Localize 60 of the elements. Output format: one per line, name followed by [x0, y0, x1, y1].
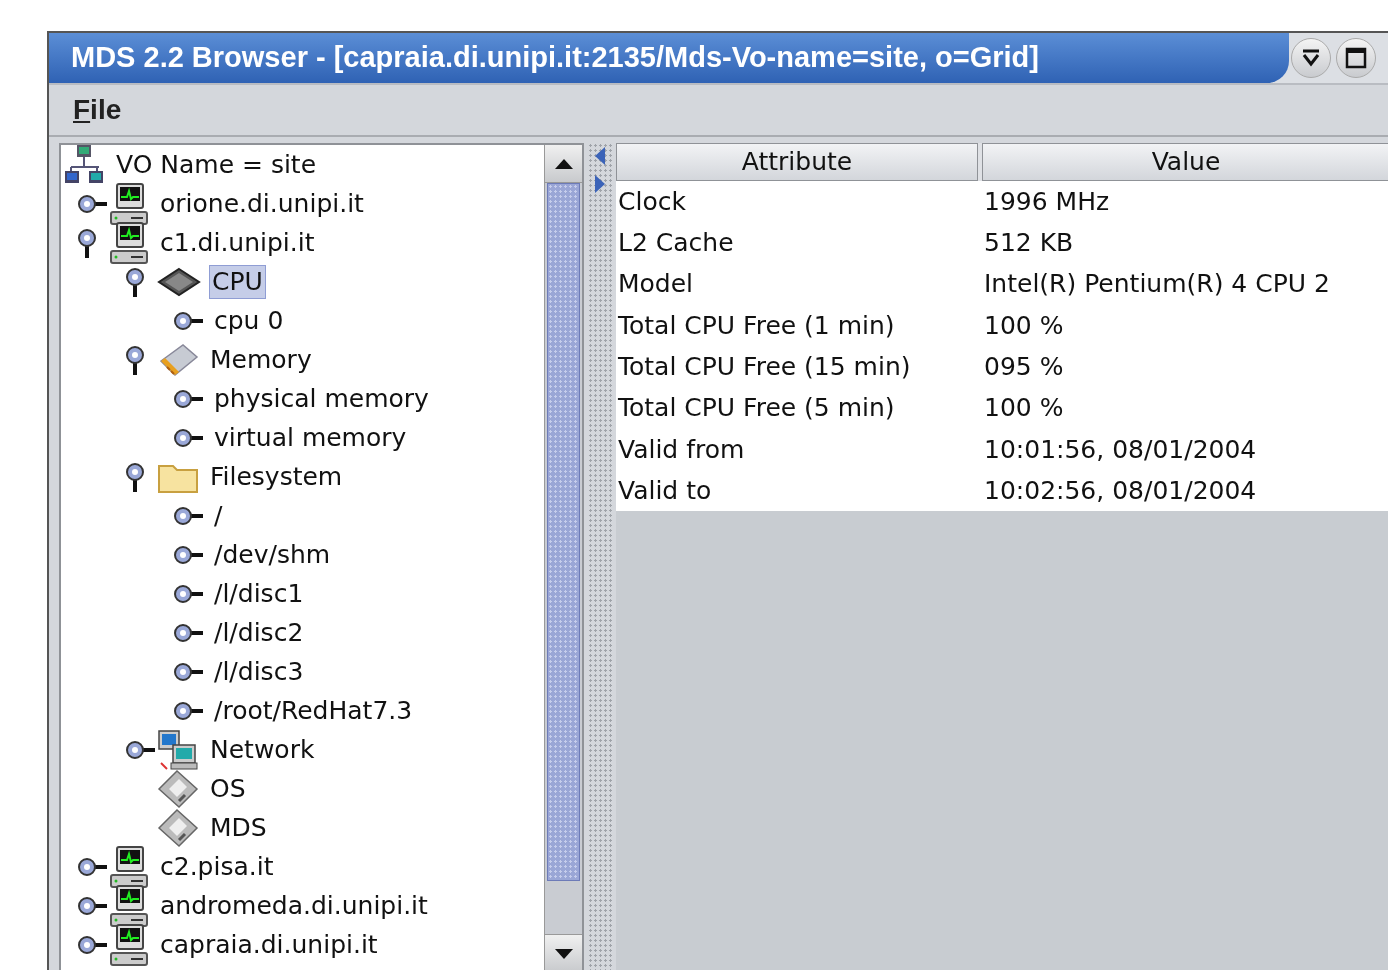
caret-up-icon — [554, 158, 573, 169]
column-header[interactable]: Value — [982, 143, 1388, 181]
table-cell-text: Intel(R) Pentium(R) 4 CPU 2 — [983, 268, 1331, 301]
window-title: MDS 2.2 Browser - [capraia.di.unipi.it:2135/Mds-Vo-name=site, o=Grid] — [71, 40, 1039, 76]
computer-icon — [109, 844, 149, 889]
caret-down-icon — [1300, 48, 1322, 68]
tree-item[interactable]: orione.di.unipi.it — [157, 186, 367, 221]
tree-item[interactable]: capraia.di.unipi.it — [157, 927, 381, 962]
tree-item[interactable]: physical memory — [211, 381, 432, 416]
tree-item[interactable]: CPU — [209, 264, 266, 299]
tree-item[interactable]: /root/RedHat7.3 — [211, 693, 416, 728]
table-cell-text: 100 % — [983, 309, 1065, 342]
menu-item[interactable]: File — [73, 89, 122, 131]
tree-item[interactable]: Filesystem — [207, 459, 346, 494]
computer-icon — [109, 883, 149, 928]
computer-icon — [109, 922, 149, 967]
table-cell-text: Valid from — [617, 433, 746, 466]
table-cell-text: Total CPU Free (15 min) — [617, 351, 912, 384]
tree-item[interactable]: Network — [207, 732, 318, 767]
tree-item[interactable]: MDS — [207, 810, 270, 845]
computer-icon — [109, 181, 149, 226]
expand-right-icon[interactable] — [595, 175, 605, 193]
table-cell-text: 095 % — [983, 351, 1065, 384]
scroll-up-button[interactable] — [545, 145, 582, 183]
caret-down-icon — [554, 948, 573, 959]
tree-item[interactable]: OS — [207, 771, 249, 806]
tree-item[interactable]: VO Name = site — [113, 147, 320, 182]
computers-icon — [157, 728, 199, 771]
tree-item[interactable]: /l/disc1 — [211, 576, 307, 611]
tree-item[interactable]: Memory — [207, 342, 315, 377]
tree-item[interactable]: /l/disc3 — [211, 654, 307, 689]
table-cell-text: Total CPU Free (1 min) — [617, 309, 896, 342]
tree-item[interactable]: virtual memory — [211, 420, 410, 455]
tree-item[interactable]: c1.di.unipi.it — [157, 225, 318, 260]
column-header[interactable]: Attribute — [616, 143, 978, 181]
tree-item[interactable]: andromeda.di.unipi.it — [157, 888, 431, 923]
table-cell-text: 1996 MHz — [983, 185, 1111, 218]
vertical-scrollbar[interactable] — [544, 145, 582, 970]
table-cell-text: 100 % — [983, 392, 1065, 425]
tree-item[interactable]: /dev/shm — [211, 537, 334, 572]
table-cell-text: L2 Cache — [617, 227, 735, 260]
table-cell-text: 10:01:56, 08/01/2004 — [983, 433, 1258, 466]
tree-item[interactable]: /l/disc2 — [211, 615, 307, 650]
table-cell-text: Valid to — [617, 474, 713, 507]
scroll-down-button[interactable] — [545, 934, 582, 970]
table-cell-text: Clock — [617, 185, 687, 218]
maximize-icon — [1345, 47, 1367, 69]
tree-item[interactable]: cpu 0 — [211, 303, 287, 338]
chip-icon — [157, 266, 201, 297]
scrollbar-thumb[interactable] — [547, 183, 580, 881]
tree-item[interactable]: c2.pisa.it — [157, 849, 277, 884]
shade-button[interactable] — [1291, 38, 1331, 78]
collapse-left-icon[interactable] — [595, 147, 605, 165]
table-cell-text: Model — [617, 268, 695, 301]
table-cell-text: 10:02:56, 08/01/2004 — [983, 474, 1258, 507]
tree-item[interactable]: / — [211, 498, 226, 533]
computer-icon — [109, 220, 149, 265]
maximize-button[interactable] — [1336, 38, 1376, 78]
table-cell-text: 512 KB — [983, 227, 1075, 260]
table-cell-text: Total CPU Free (5 min) — [617, 392, 896, 425]
